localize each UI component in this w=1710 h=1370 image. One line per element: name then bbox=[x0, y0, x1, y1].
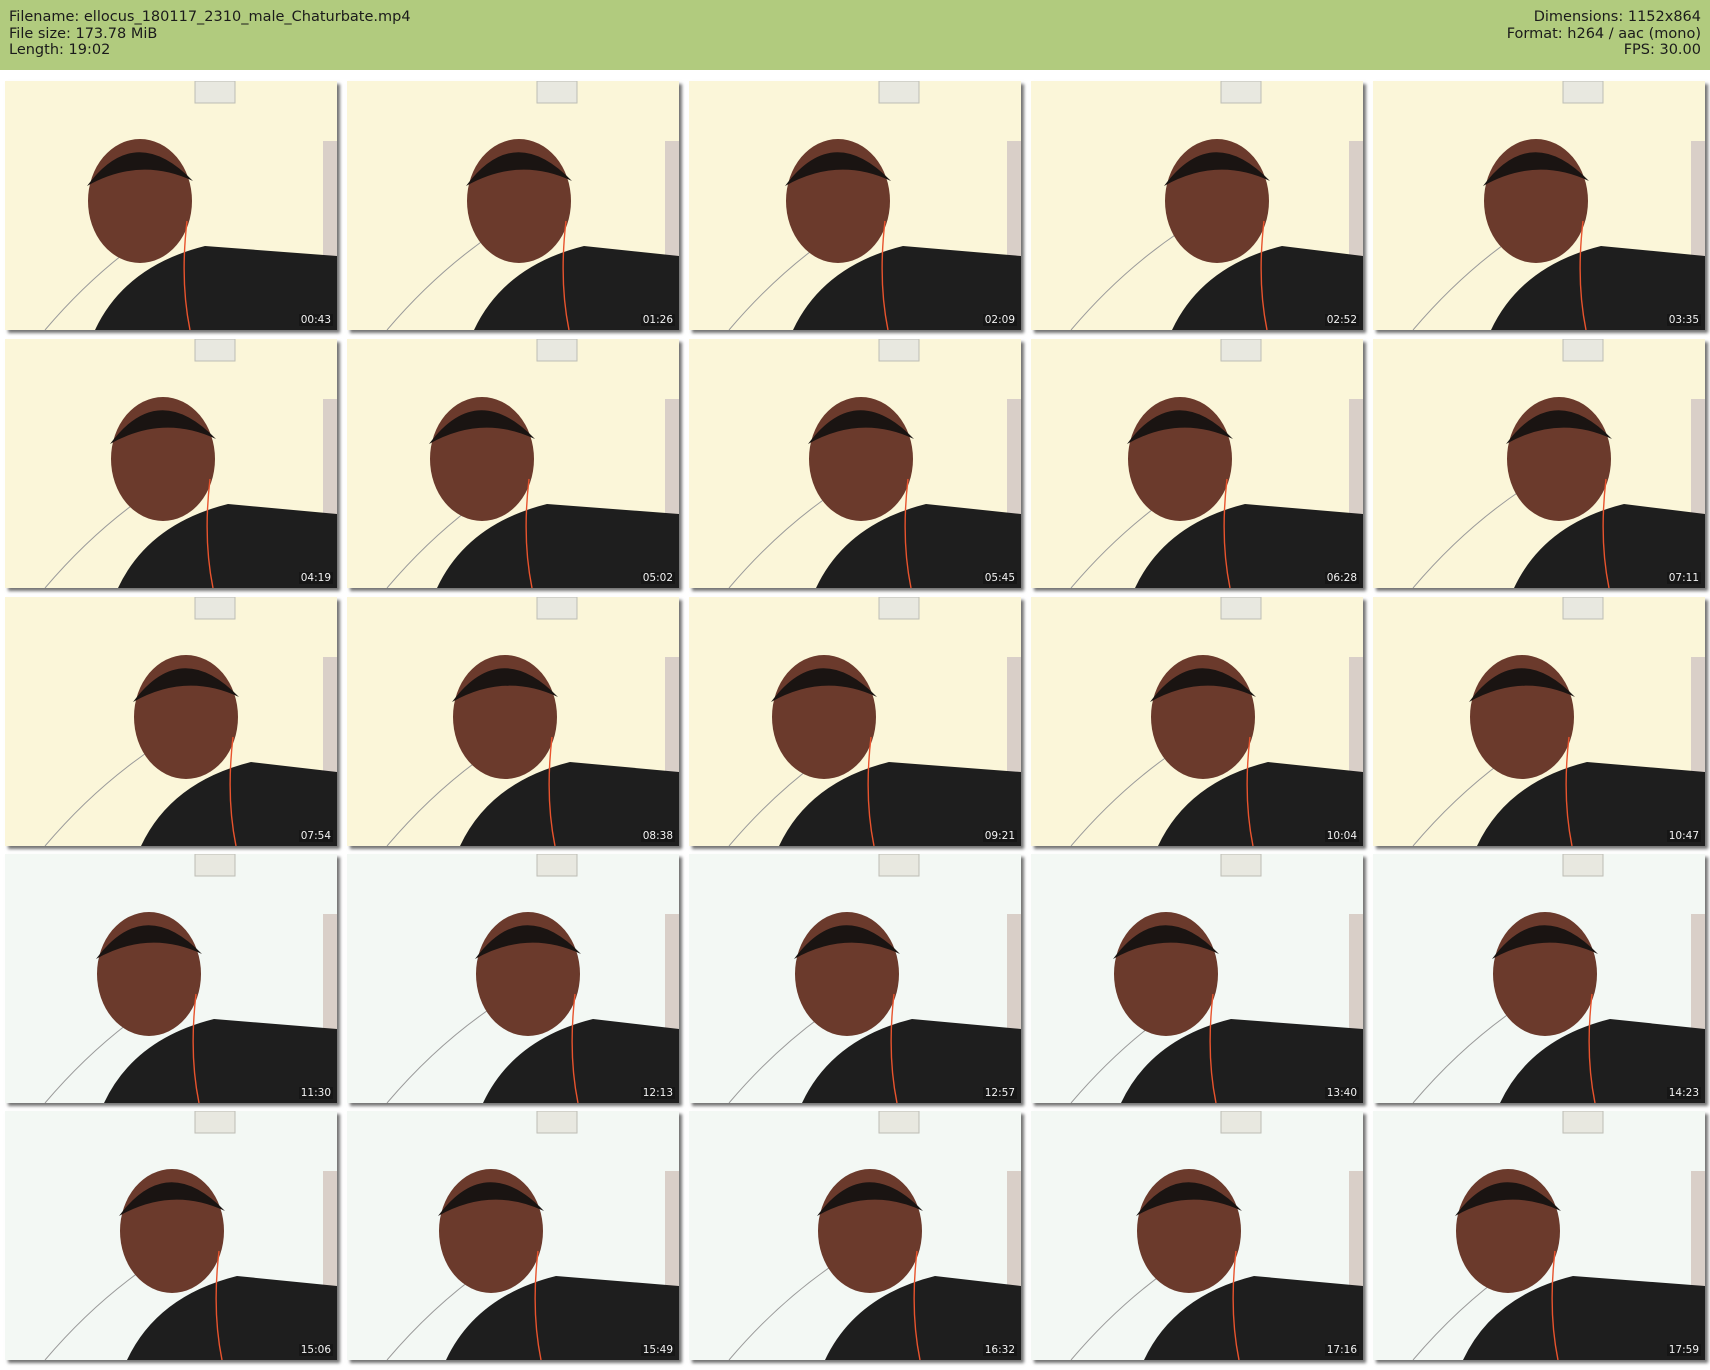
video-frame-thumbnail: 14:23 bbox=[1373, 854, 1705, 1103]
timestamp-label: 07:11 bbox=[1666, 572, 1701, 584]
timestamp-label: 01:26 bbox=[640, 314, 675, 326]
frame-image bbox=[1373, 339, 1705, 588]
video-frame-thumbnail: 10:04 bbox=[1031, 597, 1363, 846]
dimensions-text: Dimensions: 1152x864 bbox=[1533, 9, 1701, 25]
timestamp-label: 03:35 bbox=[1666, 314, 1701, 326]
video-frame-thumbnail: 01:26 bbox=[347, 81, 679, 330]
timestamp-label: 06:28 bbox=[1324, 572, 1359, 584]
video-frame-thumbnail: 16:32 bbox=[689, 1111, 1021, 1360]
video-frame-thumbnail: 17:16 bbox=[1031, 1111, 1363, 1360]
timestamp-label: 04:19 bbox=[298, 572, 333, 584]
frame-image bbox=[1031, 81, 1363, 330]
video-frame-thumbnail: 15:06 bbox=[5, 1111, 337, 1360]
frame-image bbox=[5, 597, 337, 846]
timestamp-label: 17:16 bbox=[1324, 1344, 1359, 1356]
frame-image bbox=[5, 854, 337, 1103]
timestamp-label: 09:21 bbox=[982, 830, 1017, 842]
frame-image bbox=[689, 1111, 1021, 1360]
filename-text: Filename: ellocus_180117_2310_male_Chatu… bbox=[9, 9, 411, 25]
frame-image bbox=[347, 1111, 679, 1360]
video-frame-thumbnail: 08:38 bbox=[347, 597, 679, 846]
frame-image bbox=[1373, 1111, 1705, 1360]
length-text: Length: 19:02 bbox=[9, 42, 111, 58]
timestamp-label: 17:59 bbox=[1666, 1344, 1701, 1356]
frame-image bbox=[5, 81, 337, 330]
timestamp-label: 05:45 bbox=[982, 572, 1017, 584]
timestamp-label: 08:38 bbox=[640, 830, 675, 842]
frame-image bbox=[5, 1111, 337, 1360]
timestamp-label: 15:06 bbox=[298, 1344, 333, 1356]
frame-image bbox=[347, 81, 679, 330]
video-frame-thumbnail: 17:59 bbox=[1373, 1111, 1705, 1360]
timestamp-label: 12:57 bbox=[982, 1087, 1017, 1099]
timestamp-label: 12:13 bbox=[640, 1087, 675, 1099]
frame-image bbox=[1373, 854, 1705, 1103]
video-frame-thumbnail: 13:40 bbox=[1031, 854, 1363, 1103]
timestamp-label: 15:49 bbox=[640, 1344, 675, 1356]
frame-image bbox=[347, 339, 679, 588]
video-frame-thumbnail: 09:21 bbox=[689, 597, 1021, 846]
file-info-header: Filename: ellocus_180117_2310_male_Chatu… bbox=[0, 0, 1710, 70]
frame-image bbox=[1031, 339, 1363, 588]
video-frame-thumbnail: 12:57 bbox=[689, 854, 1021, 1103]
format-text: Format: h264 / aac (mono) bbox=[1506, 25, 1701, 42]
frame-image bbox=[1373, 597, 1705, 846]
timestamp-label: 16:32 bbox=[982, 1344, 1017, 1356]
fps-text: FPS: 30.00 bbox=[1623, 42, 1701, 58]
frame-image bbox=[689, 854, 1021, 1103]
frame-image bbox=[1031, 1111, 1363, 1360]
video-frame-thumbnail: 05:02 bbox=[347, 339, 679, 588]
video-frame-thumbnail: 03:35 bbox=[1373, 81, 1705, 330]
timestamp-label: 05:02 bbox=[640, 572, 675, 584]
timestamp-label: 13:40 bbox=[1324, 1087, 1359, 1099]
video-frame-thumbnail: 07:54 bbox=[5, 597, 337, 846]
video-frame-thumbnail: 12:13 bbox=[347, 854, 679, 1103]
video-frame-thumbnail: 07:11 bbox=[1373, 339, 1705, 588]
timestamp-label: 02:09 bbox=[982, 314, 1017, 326]
timestamp-label: 14:23 bbox=[1666, 1087, 1701, 1099]
file-info-left: Filename: ellocus_180117_2310_male_Chatu… bbox=[9, 9, 411, 59]
timestamp-label: 07:54 bbox=[298, 830, 333, 842]
frame-image bbox=[1031, 854, 1363, 1103]
video-frame-thumbnail: 06:28 bbox=[1031, 339, 1363, 588]
frame-image bbox=[689, 597, 1021, 846]
video-frame-thumbnail: 10:47 bbox=[1373, 597, 1705, 846]
video-frame-thumbnail: 02:09 bbox=[689, 81, 1021, 330]
file-info-right: Dimensions: 1152x864 Format: h264 / aac … bbox=[1507, 9, 1701, 59]
frame-image bbox=[689, 81, 1021, 330]
thumbnail-grid: 00:43 01:26 02:09 02:52 03:35 04:19 05:02 05:45… bbox=[0, 79, 1710, 1370]
video-frame-thumbnail: 00:43 bbox=[5, 81, 337, 330]
frame-image bbox=[1373, 81, 1705, 330]
video-frame-thumbnail: 04:19 bbox=[5, 339, 337, 588]
frame-image bbox=[347, 597, 679, 846]
frame-image bbox=[347, 854, 679, 1103]
frame-image bbox=[1031, 597, 1363, 846]
timestamp-label: 10:04 bbox=[1324, 830, 1359, 842]
frame-image bbox=[5, 339, 337, 588]
timestamp-label: 11:30 bbox=[298, 1087, 333, 1099]
video-frame-thumbnail: 15:49 bbox=[347, 1111, 679, 1360]
timestamp-label: 10:47 bbox=[1666, 830, 1701, 842]
video-frame-thumbnail: 11:30 bbox=[5, 854, 337, 1103]
video-frame-thumbnail: 05:45 bbox=[689, 339, 1021, 588]
frame-image bbox=[689, 339, 1021, 588]
timestamp-label: 00:43 bbox=[298, 314, 333, 326]
video-frame-thumbnail: 02:52 bbox=[1031, 81, 1363, 330]
file-size-text: File size: 173.78 MiB bbox=[9, 25, 158, 42]
timestamp-label: 02:52 bbox=[1324, 314, 1359, 326]
